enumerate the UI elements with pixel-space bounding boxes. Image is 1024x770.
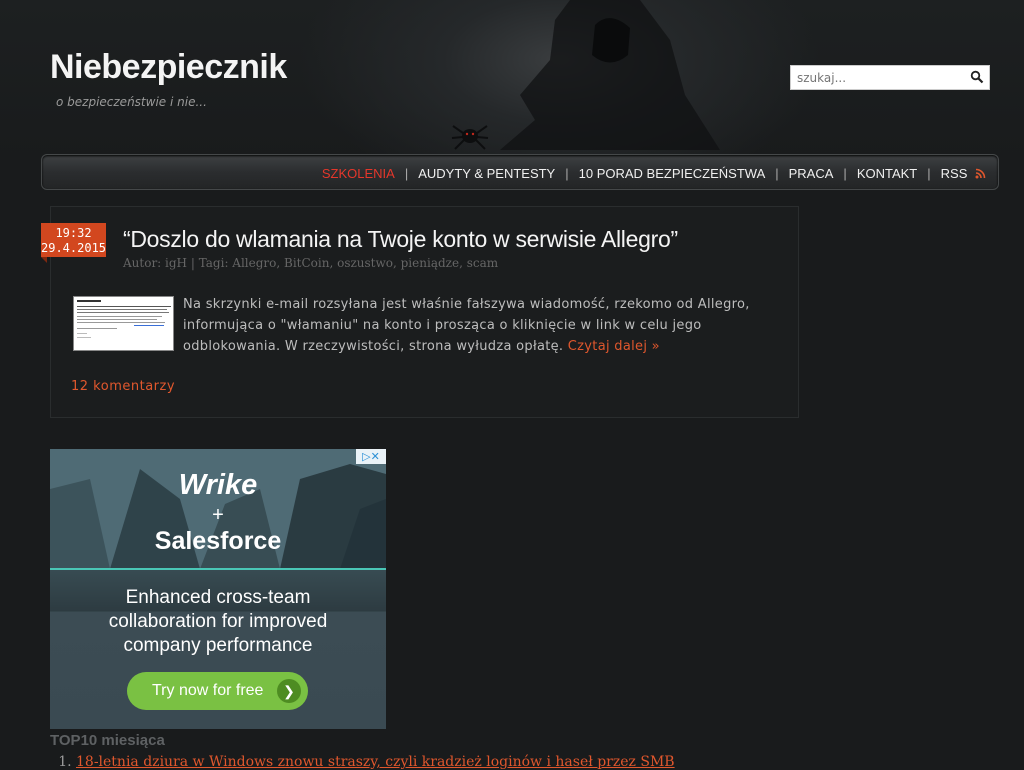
read-more-link[interactable]: Czytaj dalej » xyxy=(568,339,660,354)
nav-item-praca[interactable]: PRACA xyxy=(789,166,834,181)
search-icon[interactable] xyxy=(970,70,984,84)
ad-cta-label: Try now for free xyxy=(152,682,264,699)
nav-separator: | xyxy=(565,165,569,181)
post-date: 29.4.2015 xyxy=(41,241,107,255)
badge-fold xyxy=(41,257,47,263)
nav-separator: | xyxy=(843,165,847,181)
nav-item-szkolenia[interactable]: SZKOLENIA xyxy=(322,166,395,181)
comments-link[interactable]: 12 komentarzy xyxy=(71,379,175,394)
email-screenshot-thumbnail xyxy=(74,297,173,350)
nav-item-rss-label: RSS xyxy=(940,165,968,181)
advertisement-banner[interactable]: ▷✕ Wrike + Salesforce Enhanced cross-tea… xyxy=(50,449,386,729)
ad-divider xyxy=(50,568,386,570)
hacker-silhouette-image xyxy=(500,0,720,150)
nav-separator: | xyxy=(775,165,779,181)
nav-separator: | xyxy=(927,165,931,181)
nav-item-rss[interactable]: RSS xyxy=(941,166,986,181)
rss-icon xyxy=(975,168,986,178)
post-time: 19:32 xyxy=(55,226,92,240)
post-title[interactable]: “Doszlo do wlamania na Twoje konto w ser… xyxy=(123,226,678,253)
nav-item-porady[interactable]: 10 PORAD BEZPIECZEŃSTWA xyxy=(579,166,766,181)
spider-icon xyxy=(451,125,489,150)
post-excerpt: Na skrzynki e-mail rozsyłana jest właśni… xyxy=(183,294,783,357)
top10-heading: TOP10 miesiąca xyxy=(50,732,165,749)
search-input[interactable] xyxy=(791,66,961,89)
site-tagline: o bezpieczeństwie i nie... xyxy=(56,95,207,109)
post-date-badge: 19:32 29.4.2015 xyxy=(41,223,107,263)
ad-brand-wrike: Wrike xyxy=(178,469,258,501)
ad-plus: + xyxy=(212,504,224,526)
ad-brand-salesforce: Salesforce xyxy=(154,527,282,555)
chevron-right-icon: ❯ xyxy=(277,679,301,703)
post-thumbnail-image[interactable] xyxy=(73,296,174,351)
nav-separator: | xyxy=(404,165,409,181)
adchoices-icon[interactable]: ▷✕ xyxy=(356,449,386,464)
search-box xyxy=(790,65,990,90)
nav-item-audyty[interactable]: AUDYTY & PENTESTY xyxy=(418,166,555,181)
site-logo[interactable]: Niebezpiecznik xyxy=(50,48,287,87)
ad-copy: Enhanced cross-team collaboration for im… xyxy=(108,587,328,656)
post-meta: Autor: igH | Tagi: Allegro, BitCoin, osz… xyxy=(123,256,499,270)
post-excerpt-text: Na skrzynki e-mail rozsyłana jest właśni… xyxy=(183,297,750,354)
main-navigation: SZKOLENIA | AUDYTY & PENTESTY | 10 PORAD… xyxy=(41,154,999,190)
ad-cta-button[interactable]: Try now for free ❯ xyxy=(127,672,308,710)
nav-item-kontakt[interactable]: KONTAKT xyxy=(857,166,917,181)
